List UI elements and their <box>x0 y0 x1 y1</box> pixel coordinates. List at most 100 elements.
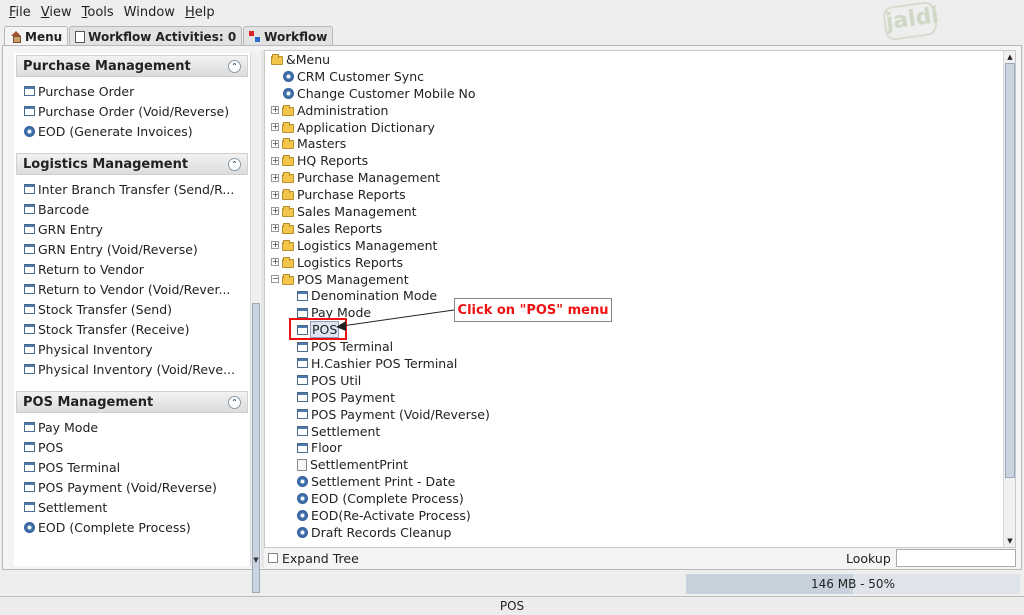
expand-node-icon[interactable]: + <box>271 156 279 165</box>
menu-window[interactable]: Window <box>119 5 180 20</box>
shortcut-item[interactable]: POS Payment (Void/Reverse) <box>24 477 248 497</box>
tree-node-label: Sales Reports <box>297 220 383 236</box>
tree-leaf-node[interactable]: SettlementPrint <box>269 456 999 473</box>
shortcut-item[interactable]: POS <box>24 437 248 457</box>
expand-tree-label[interactable]: Expand Tree <box>282 551 359 566</box>
expand-node-icon[interactable]: + <box>271 207 279 216</box>
shortcut-item[interactable]: Stock Transfer (Send) <box>24 299 248 319</box>
tree-folder-node[interactable]: + Masters <box>269 135 999 152</box>
shortcut-item[interactable]: GRN Entry (Void/Reverse) <box>24 239 248 259</box>
expand-node-icon[interactable]: + <box>271 258 279 267</box>
tree-folder-node[interactable]: − POS Management <box>269 271 999 288</box>
menu-group-header[interactable]: Logistics Management ⌃ <box>16 153 248 175</box>
tree-scrollbar[interactable]: ▲ ▼ <box>1003 51 1015 547</box>
tree-leaf-node[interactable]: EOD (Complete Process) <box>269 490 999 507</box>
shortcut-item[interactable]: Return to Vendor (Void/Rever... <box>24 279 248 299</box>
tree-folder-node[interactable]: + Purchase Reports <box>269 186 999 203</box>
left-scrollbar[interactable]: ▼ <box>250 53 261 593</box>
tree-folder-node[interactable]: + HQ Reports <box>269 152 999 169</box>
shortcut-item[interactable]: Barcode <box>24 199 248 219</box>
tree-folder-node[interactable]: + Sales Reports <box>269 220 999 237</box>
shortcut-item[interactable]: POS Terminal <box>24 457 248 477</box>
tree-leaf-node[interactable]: EOD(Re-Activate Process) <box>269 507 999 524</box>
process-icon <box>24 521 35 533</box>
shortcut-item[interactable]: EOD (Complete Process) <box>24 517 248 537</box>
shortcut-item-label: Return to Vendor <box>38 261 144 277</box>
tree-leaf-node[interactable]: POS Payment (Void/Reverse) <box>269 406 999 423</box>
collapse-icon[interactable]: ⌃ <box>228 59 241 73</box>
shortcut-item[interactable]: Purchase Order (Void/Reverse) <box>24 101 248 121</box>
expand-tree-checkbox[interactable] <box>268 553 278 563</box>
shortcut-item[interactable]: Physical Inventory <box>24 339 248 359</box>
expand-node-icon[interactable]: + <box>271 139 279 148</box>
menu-view[interactable]: View <box>36 5 77 20</box>
expand-node-icon[interactable]: + <box>271 241 279 250</box>
tree-leaf-node[interactable]: POS Util <box>269 372 999 389</box>
scroll-down-arrow-icon[interactable]: ▼ <box>1004 535 1016 547</box>
lookup-input[interactable] <box>896 549 1016 567</box>
tree-leaf-node[interactable]: Settlement Print - Date <box>269 473 999 490</box>
tab-strip: Menu Workflow Activities: 0 Workflow <box>4 26 334 46</box>
tree-folder-node[interactable]: + Sales Management <box>269 203 999 220</box>
shortcut-item[interactable]: Inter Branch Transfer (Send/R... <box>24 179 248 199</box>
expand-node-icon[interactable]: + <box>271 173 279 182</box>
left-scrollbar-thumb[interactable] <box>252 303 260 593</box>
memory-indicator[interactable]: 146 MB - 50% <box>686 574 1020 594</box>
shortcut-item[interactable]: Return to Vendor <box>24 259 248 279</box>
tree-folder-node[interactable]: + Purchase Management <box>269 169 999 186</box>
collapse-icon[interactable]: ⌃ <box>228 157 241 171</box>
shortcut-item[interactable]: Physical Inventory (Void/Reve... <box>24 359 248 379</box>
expand-node-icon[interactable]: + <box>271 106 279 115</box>
menu-bar: File View Tools Window Help <box>0 0 1024 25</box>
collapse-node-icon[interactable]: − <box>271 275 279 284</box>
menu-tools[interactable]: Tools <box>77 5 119 20</box>
shortcut-item[interactable]: Pay Mode <box>24 417 248 437</box>
shortcut-item[interactable]: Settlement <box>24 497 248 517</box>
tree-folder-node[interactable]: + Logistics Reports <box>269 254 999 271</box>
tree-leaf-node[interactable]: Floor <box>269 439 999 456</box>
tree-leaf-node[interactable]: H.Cashier POS Terminal <box>269 355 999 372</box>
tree-leaf-node[interactable]: Denomination Mode <box>269 287 999 304</box>
menu-help[interactable]: Help <box>180 5 220 20</box>
expand-node-icon[interactable]: + <box>271 190 279 199</box>
folder-icon <box>282 172 294 184</box>
shortcut-item-label: Purchase Order <box>38 83 135 99</box>
shortcut-item-label: Inter Branch Transfer (Send/R... <box>38 181 235 197</box>
open-folder-icon <box>282 273 294 285</box>
tree-folder-node[interactable]: + Logistics Management <box>269 237 999 254</box>
tab-workflow-activities[interactable]: Workflow Activities: 0 <box>69 26 243 46</box>
tree-leaf-node[interactable]: POS Terminal <box>269 338 999 355</box>
menu-group-header[interactable]: Purchase Management ⌃ <box>16 55 248 77</box>
scroll-up-arrow-icon[interactable]: ▲ <box>1004 51 1016 63</box>
menu-group-title: Purchase Management <box>23 58 191 74</box>
tab-menu[interactable]: Menu <box>4 26 69 46</box>
tree-leaf-node[interactable]: Change Customer Mobile No <box>269 85 999 102</box>
shortcut-item[interactable]: EOD (Generate Invoices) <box>24 121 248 141</box>
window-icon <box>24 106 35 116</box>
tree-leaf-node[interactable]: Settlement <box>269 423 999 440</box>
tree-folder-node[interactable]: + Application Dictionary <box>269 119 999 136</box>
menu-tree: &Menu CRM Customer Sync Change Customer Mo… <box>264 50 1016 548</box>
shortcut-item-label: EOD (Generate Invoices) <box>38 123 193 139</box>
window-icon <box>24 422 35 432</box>
tree-leaf-node[interactable]: CRM Customer Sync <box>269 68 999 85</box>
tree-leaf-node[interactable]: POS Payment <box>269 389 999 406</box>
shortcut-item[interactable]: Purchase Order <box>24 81 248 101</box>
tree-root[interactable]: &Menu <box>269 51 999 68</box>
expand-node-icon[interactable]: + <box>271 123 279 131</box>
collapse-icon[interactable]: ⌃ <box>228 395 241 409</box>
menu-label-rest: elp <box>194 5 215 20</box>
shortcut-item[interactable]: Stock Transfer (Receive) <box>24 319 248 339</box>
tree-folder-node[interactable]: + Administration <box>269 102 999 119</box>
tab-workflow[interactable]: Workflow <box>243 26 334 46</box>
tree-leaf-node[interactable]: Draft Records Cleanup <box>269 524 999 541</box>
expand-node-icon[interactable]: + <box>271 224 279 233</box>
menu-file[interactable]: File <box>4 5 36 20</box>
menu-group-body: Purchase Order Purchase Order (Void/Rever… <box>16 77 248 145</box>
scroll-down-arrow-icon[interactable]: ▼ <box>251 554 261 566</box>
shortcut-item[interactable]: GRN Entry <box>24 219 248 239</box>
menu-group-header[interactable]: POS Management ⌃ <box>16 391 248 413</box>
menu-label-rest: ools <box>87 5 114 20</box>
shortcut-item-label: Settlement <box>38 499 108 515</box>
tree-scrollbar-thumb[interactable] <box>1005 63 1015 478</box>
